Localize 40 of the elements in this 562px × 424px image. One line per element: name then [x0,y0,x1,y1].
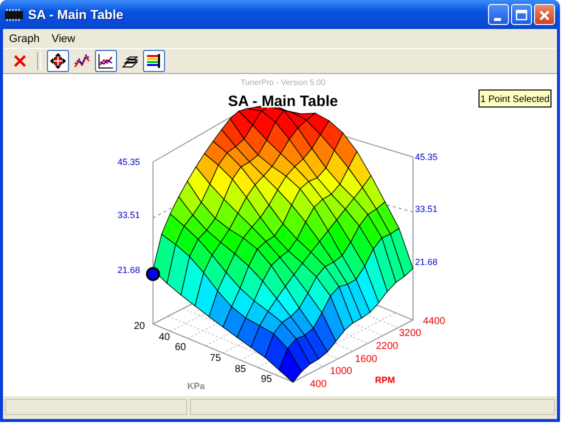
line-graph-icon [74,53,90,69]
crosshair-icon [50,53,66,69]
chart-title: SA - Main Table [228,93,338,110]
axis-tick-label: 20 [134,321,145,332]
axis-tick-label: 85 [234,364,246,375]
axis-tick-label: 60 [174,342,186,353]
maximize-button[interactable] [511,4,532,25]
axis-tick-label: 400 [310,379,327,390]
axis-tick-label: 21.68 [415,257,438,267]
menu-item[interactable]: Graph [5,32,46,44]
selected-point-marker[interactable] [146,267,160,281]
axis-tick-label: 2200 [376,341,398,352]
axis-title: KPa [187,381,205,391]
chart-icon [98,53,114,69]
axis-tick-label: 45.35 [415,152,438,162]
axis-tick-label: 95 [260,374,272,385]
axis-tick-label: 21.68 [117,265,140,275]
menu-item[interactable]: View [48,32,82,44]
axis-tick-label: 75 [210,353,221,364]
color-bars-icon [146,53,162,69]
axis-title: RPM [375,375,395,385]
minimize-icon [494,18,501,21]
axis-tick-label: 3200 [399,328,422,339]
axis-tick-label: 45.35 [117,157,140,167]
window-title: SA - Main Table [28,7,124,22]
version-note: TunerPro - Version 5.00 [240,78,326,87]
chip-icon [5,8,23,20]
axis-tick-label: 40 [158,332,170,343]
axis-tick-label: 33.51 [415,204,438,214]
minimize-button[interactable] [488,4,509,25]
axis-tick-label: 33.51 [117,210,140,220]
close-button[interactable] [534,4,555,25]
selection-label: 1 Point Selected [478,90,552,108]
axis-tick-label: 4400 [423,316,446,327]
toolbar-button[interactable] [143,50,165,72]
toolbar-button[interactable] [47,50,69,72]
close-icon [12,53,28,69]
axis-tick-label: 1600 [355,354,378,365]
axis-tick-label: 1000 [330,366,352,377]
toolbar-button[interactable] [95,50,117,72]
